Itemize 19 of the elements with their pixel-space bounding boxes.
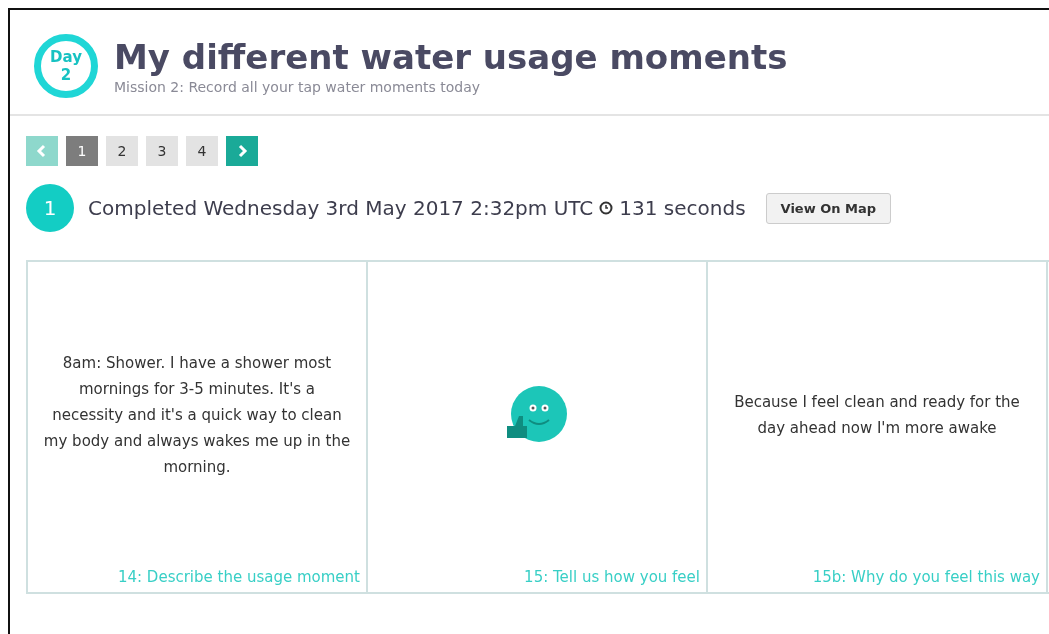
question-caption: 14: Describe the usage moment <box>117 568 360 586</box>
day-badge: Day 2 <box>34 34 98 98</box>
entry-number: 1 <box>26 184 74 232</box>
answer-text: Because I feel clean and ready for the day ahead now I'm more awake <box>733 392 1021 439</box>
page-button[interactable]: 3 <box>146 136 178 166</box>
view-on-map-button[interactable]: View On Map <box>765 192 892 224</box>
page-button[interactable]: 1 <box>66 136 98 166</box>
page-title: My different water usage moments <box>114 37 788 77</box>
clock-icon <box>599 201 614 215</box>
page-button[interactable]: 2 <box>106 136 138 166</box>
mission-subtitle: Mission 2: Record all your tap water moments today <box>114 79 482 95</box>
duration-text: 131 seconds <box>619 196 746 220</box>
question-caption: 15b: Why do you feel this way <box>812 568 1040 586</box>
completed-text: Completed Wednesday 3rd May 2017 2:32pm UTC <box>88 196 594 220</box>
answer-text: 8am: Shower. I have a shower most mornings for 3-5 minutes. It's a necessity and it's a quick way to clean my body and always wakes me up in the morning. <box>42 353 352 478</box>
next-page-button[interactable] <box>226 136 258 166</box>
smiley-thumbs-up-icon <box>505 386 569 444</box>
question-caption: 15: Tell us how you feel <box>524 568 700 586</box>
page-button[interactable]: 4 <box>186 136 218 166</box>
